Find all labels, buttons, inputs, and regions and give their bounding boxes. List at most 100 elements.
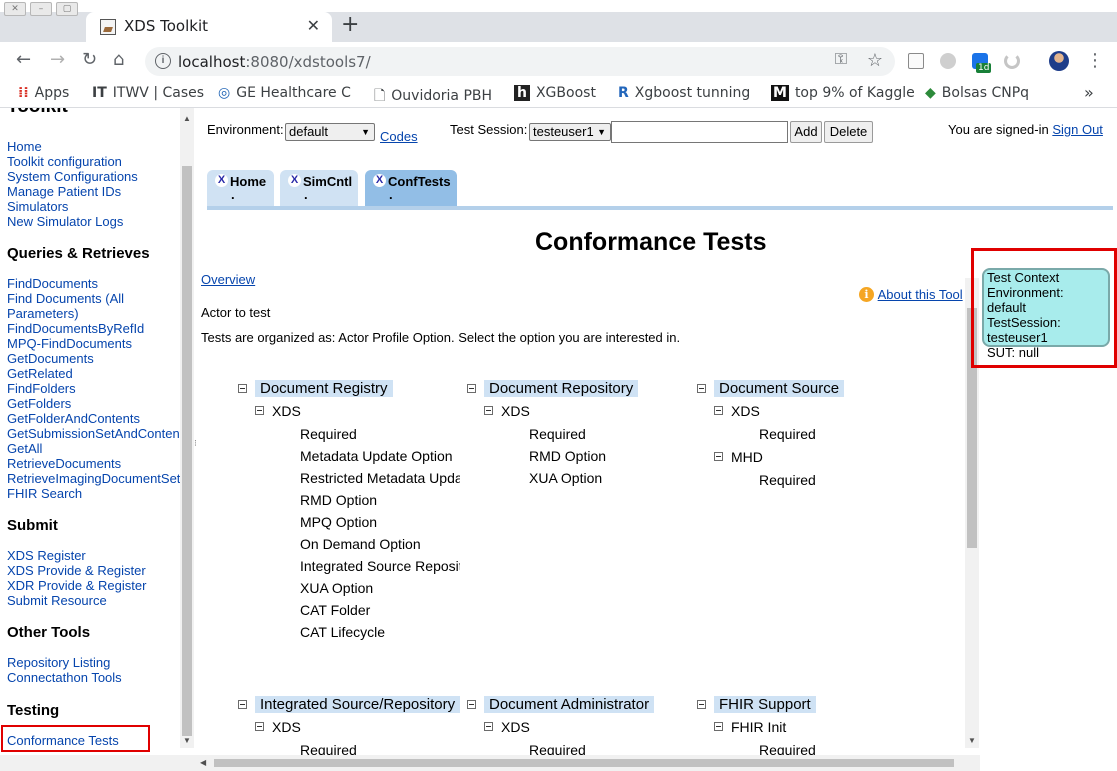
circle-extension-icon[interactable] [940, 53, 956, 69]
collapse-icon[interactable] [484, 722, 493, 731]
collapse-icon[interactable] [238, 700, 247, 709]
about-link[interactable]: About this Tool [878, 287, 963, 302]
nav-toolkit-configuration[interactable]: Toolkit configuration [0, 154, 180, 169]
collapse-icon[interactable] [238, 384, 247, 393]
document-extension-icon[interactable] [908, 53, 924, 69]
new-tab-icon[interactable]: + [341, 12, 359, 37]
bookmark-star-icon[interactable]: ☆ [867, 50, 883, 71]
option-item[interactable]: Integrated Source Repository [238, 558, 460, 580]
option-item[interactable]: Required [697, 742, 927, 755]
back-arrow-icon[interactable]: ← [16, 49, 31, 70]
bookmark-xgboost-tunning[interactable]: R Xgboost tunning [618, 85, 750, 101]
collapse-icon[interactable] [484, 406, 493, 415]
add-button[interactable]: Add [790, 121, 822, 143]
option-item[interactable]: Required [238, 426, 460, 448]
option-item[interactable]: CAT Folder [238, 602, 460, 624]
tab-conftests[interactable]: X ConfTests . [365, 170, 457, 206]
nav-find-documents-all-params[interactable]: Parameters) [0, 306, 180, 321]
delete-button[interactable]: Delete [824, 121, 873, 143]
profile-row[interactable]: FHIR Init [697, 718, 927, 742]
option-item[interactable]: On Demand Option [238, 536, 460, 558]
collapse-icon[interactable] [697, 384, 706, 393]
tab-close-icon[interactable]: ✕ [307, 16, 320, 35]
option-item[interactable]: Required [697, 472, 927, 494]
actor-header[interactable]: Integrated Source/Repository [238, 696, 468, 718]
nav-mpq-find-documents[interactable]: MPQ-FindDocuments [0, 336, 180, 351]
option-item[interactable]: XUA Option [238, 580, 460, 602]
horizontal-scrollbar[interactable]: ◀ [0, 755, 980, 771]
window-minimize-icon[interactable]: – [30, 2, 52, 16]
about-tool[interactable]: i About this Tool [859, 286, 963, 303]
home-icon[interactable]: ⌂ [113, 49, 124, 70]
nav-home[interactable]: Home [0, 139, 180, 154]
close-tab-icon[interactable]: X [288, 174, 301, 187]
new-session-input[interactable] [611, 121, 788, 143]
option-item[interactable]: XUA Option [467, 470, 697, 492]
nav-submit-resource[interactable]: Submit Resource [0, 593, 180, 608]
browser-menu-icon[interactable]: ⋮ [1086, 50, 1104, 71]
nav-get-folders[interactable]: GetFolders [0, 396, 180, 411]
collapse-icon[interactable] [255, 406, 264, 415]
test-session-select[interactable]: testeuser1 ▼ [529, 123, 611, 141]
left-nav-scrollbar[interactable]: ▲ ▼ [180, 108, 194, 748]
url-text[interactable]: localhost:8080/xdstools7/ [178, 53, 371, 71]
actor-header[interactable]: FHIR Support [697, 696, 927, 718]
environment-select[interactable]: default ▼ [285, 123, 375, 141]
profile-row[interactable]: MHD [697, 448, 927, 472]
bookmark-ouvidoria[interactable]: 🗋 Ouvidoria PBH [374, 85, 492, 109]
more-bookmarks-icon[interactable]: » [1084, 83, 1094, 102]
collapse-icon[interactable] [714, 406, 723, 415]
option-item[interactable]: Required [238, 742, 468, 755]
actor-header[interactable]: Document Repository [467, 380, 697, 402]
codes-link[interactable]: Codes [380, 129, 418, 144]
reload-icon[interactable]: ↻ [82, 49, 97, 70]
close-tab-icon[interactable]: X [373, 174, 386, 187]
option-item[interactable]: MPQ Option [238, 514, 460, 536]
nav-xds-register[interactable]: XDS Register [0, 548, 180, 563]
option-item[interactable]: Required [467, 742, 697, 755]
profile-row[interactable]: XDS [238, 718, 468, 742]
address-bar[interactable]: i localhost:8080/xdstools7/ ⚿ ☆ [145, 47, 895, 76]
tab-home[interactable]: X Home . [207, 170, 274, 206]
option-item[interactable]: Restricted Metadata Update Option [238, 470, 460, 492]
nav-xdr-provide-register[interactable]: XDR Provide & Register [0, 578, 180, 593]
collapse-icon[interactable] [697, 700, 706, 709]
option-item[interactable]: RMD Option [467, 448, 697, 470]
nav-repository-listing[interactable]: Repository Listing [0, 655, 180, 670]
collapse-icon[interactable] [255, 722, 264, 731]
profile-row[interactable]: XDS [467, 718, 697, 742]
scroll-up-icon[interactable]: ▲ [183, 114, 191, 123]
nav-find-documents-by-refid[interactable]: FindDocumentsByRefId [0, 321, 180, 336]
nav-find-documents[interactable]: FindDocuments [0, 276, 180, 291]
profile-row[interactable]: XDS [238, 402, 460, 426]
bookmark-ge-healthcare[interactable]: ◎ GE Healthcare C [218, 85, 351, 101]
bookmark-kaggle[interactable]: Mtop 9% of Kaggle [771, 85, 915, 101]
option-item[interactable]: Required [697, 426, 927, 448]
nav-simulators[interactable]: Simulators [0, 199, 180, 214]
collapse-icon[interactable] [467, 700, 476, 709]
profile-row[interactable]: XDS [697, 402, 927, 426]
collapse-icon[interactable] [714, 722, 723, 731]
bookmark-itwv[interactable]: IT ITWV | Cases [92, 85, 204, 101]
option-item[interactable]: CAT Lifecycle [238, 624, 460, 646]
left-nav-scroll-thumb[interactable] [182, 166, 192, 736]
actor-header[interactable]: Document Registry [238, 380, 460, 402]
nav-find-documents-all[interactable]: Find Documents (All [0, 291, 180, 306]
collapse-icon[interactable] [467, 384, 476, 393]
nav-get-submission-set[interactable]: GetSubmissionSetAndContents [0, 426, 180, 441]
forward-arrow-icon[interactable]: → [50, 49, 65, 70]
actor-header[interactable]: Document Administrator [467, 696, 697, 718]
browser-tab[interactable]: XDS Toolkit ✕ [86, 12, 332, 42]
nav-get-related[interactable]: GetRelated [0, 366, 180, 381]
bookmark-xgboost[interactable]: h XGBoost [514, 85, 596, 101]
nav-fhir-search[interactable]: FHIR Search [0, 486, 180, 501]
scroll-down-icon[interactable]: ▼ [968, 736, 976, 745]
nav-retrieve-imaging[interactable]: RetrieveImagingDocumentSet [0, 471, 180, 486]
nav-find-folders[interactable]: FindFolders [0, 381, 180, 396]
info-icon[interactable]: i [155, 53, 171, 69]
window-close-icon[interactable]: ✕ [4, 2, 26, 16]
option-item[interactable]: Required [467, 426, 697, 448]
window-maximize-icon[interactable]: ▢ [56, 2, 78, 16]
nav-connectathon-tools[interactable]: Connectathon Tools [0, 670, 180, 685]
overview-link[interactable]: Overview [201, 272, 255, 287]
